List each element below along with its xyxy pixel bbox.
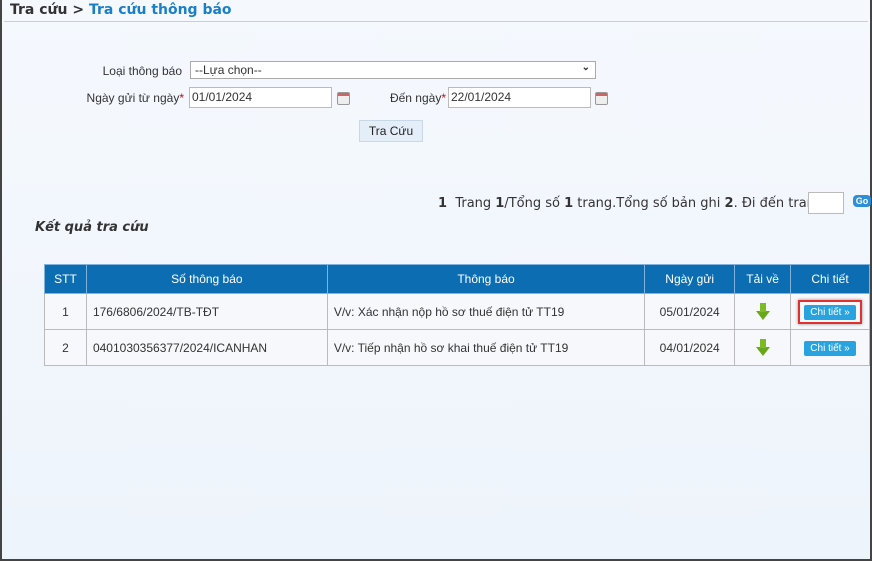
search-button[interactable]: Tra Cứu — [359, 120, 423, 142]
cell-stt: 1 — [44, 293, 87, 330]
download-icon[interactable] — [755, 302, 770, 320]
col-chi-tiet: Chi tiết — [790, 264, 870, 294]
calendar-icon[interactable] — [595, 92, 608, 105]
cell-so: 0401030356377/2024/ICANHAN — [85, 329, 328, 366]
total-records: 2 — [724, 196, 734, 211]
to-label-text: Đến ngày — [389, 91, 442, 105]
breadcrumb-parent[interactable]: Tra cứu — [10, 2, 67, 18]
table-header: STT Số thông báo Thông báo Ngày gửi Tải … — [44, 264, 870, 294]
current-page: 1 — [495, 196, 505, 211]
type-select[interactable]: --Lựa chọn-- ⌄ — [190, 61, 596, 79]
cell-thong-bao: V/v: Tiếp nhận hồ sơ khai thuế điện tử T… — [326, 329, 646, 366]
cell-detail: Chi tiết » — [790, 293, 870, 330]
type-label: Loại thông báo — [102, 64, 182, 78]
cell-thong-bao: V/v: Xác nhận nộp hồ sơ thuế điện tử TT1… — [326, 293, 646, 330]
divider — [4, 21, 868, 22]
detail-button[interactable]: Chi tiết » — [804, 340, 856, 356]
cell-so: 176/6806/2024/TB-TĐT — [85, 293, 328, 330]
download-icon[interactable] — [755, 338, 770, 356]
pager: 1 Trang 1/Tổng số 1 trang.Tổng số bản gh… — [438, 196, 823, 211]
from-date-input[interactable]: 01/01/2024 — [189, 87, 332, 108]
cell-download — [734, 293, 792, 330]
breadcrumb-separator: > — [72, 2, 85, 18]
required-mark: * — [441, 91, 446, 105]
required-mark: * — [179, 91, 184, 105]
table-row: 1 176/6806/2024/TB-TĐT V/v: Xác nhận nộp… — [44, 293, 870, 330]
results-title: Kết quả tra cứu — [35, 220, 149, 235]
table-row: 2 0401030356377/2024/ICANHAN V/v: Tiếp n… — [44, 329, 870, 366]
pager-text: /Tổng số — [504, 196, 565, 211]
to-date-input[interactable]: 22/01/2024 — [448, 87, 591, 108]
type-select-value: --Lựa chọn-- — [195, 63, 262, 77]
results-table: STT Số thông báo Thông báo Ngày gửi Tải … — [44, 264, 870, 366]
page-link[interactable]: 1 — [438, 196, 447, 211]
chevron-down-icon: ⌄ — [581, 62, 590, 73]
cell-download — [734, 329, 792, 366]
calendar-icon[interactable] — [337, 92, 350, 105]
col-ngay-gui: Ngày gửi — [644, 264, 736, 294]
col-so-thong-bao: Số thông báo — [85, 264, 328, 294]
goto-page-input[interactable] — [808, 192, 844, 214]
col-tai-ve: Tải về — [734, 264, 792, 294]
from-label: Ngày gửi từ ngày* — [72, 91, 184, 105]
to-label: Đến ngày* — [382, 91, 446, 105]
pager-text: Trang — [455, 196, 496, 211]
breadcrumb: Tra cứu > Tra cứu thông báo — [10, 2, 232, 18]
cell-ngay: 05/01/2024 — [644, 293, 736, 330]
cell-ngay: 04/01/2024 — [644, 329, 736, 366]
col-thong-bao: Thông báo — [326, 264, 646, 294]
col-stt: STT — [44, 264, 87, 294]
highlight-box: Chi tiết » — [798, 299, 862, 324]
go-button[interactable]: Go — [853, 195, 871, 207]
page-frame: Tra cứu > Tra cứu thông báo Loại thông b… — [0, 0, 872, 561]
cell-stt: 2 — [44, 329, 87, 366]
pager-text: trang.Tổng số bản ghi — [573, 196, 725, 211]
detail-button[interactable]: Chi tiết » — [804, 304, 856, 320]
breadcrumb-current: Tra cứu thông báo — [88, 2, 232, 18]
cell-detail: Chi tiết » — [790, 329, 870, 366]
from-label-text: Ngày gửi từ ngày — [86, 91, 180, 105]
total-pages: 1 — [564, 196, 574, 211]
